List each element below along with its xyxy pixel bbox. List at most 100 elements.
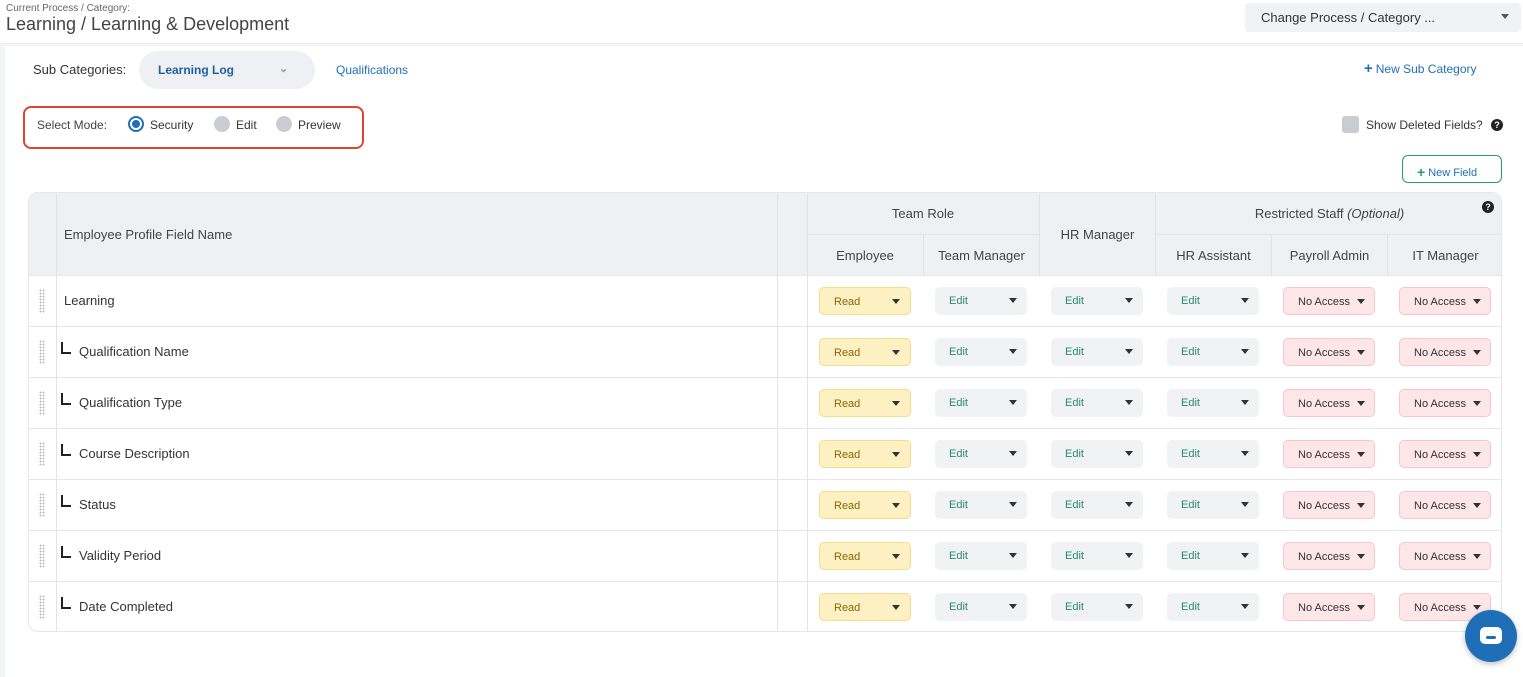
drag-handle-icon[interactable] xyxy=(39,391,45,415)
permission-value: Edit xyxy=(1065,601,1084,613)
help-icon[interactable]: ? xyxy=(1491,119,1503,131)
child-indent-icon xyxy=(61,597,71,609)
radio-preview-label[interactable]: Preview xyxy=(298,118,341,132)
permission-select-employee[interactable]: Read xyxy=(819,338,911,366)
show-deleted-label: Show Deleted Fields? xyxy=(1366,118,1483,132)
permission-select-hr-assistant[interactable]: Edit xyxy=(1167,593,1259,621)
permission-value: Edit xyxy=(949,346,968,358)
change-category-select[interactable]: Change Process / Category ... xyxy=(1245,3,1521,32)
permission-select-hr-manager[interactable]: Edit xyxy=(1051,491,1143,519)
permission-select-hr-assistant[interactable]: Edit xyxy=(1167,338,1259,366)
drag-handle-icon[interactable] xyxy=(39,544,45,568)
caret-down-icon xyxy=(892,554,900,559)
radio-edit-label[interactable]: Edit xyxy=(236,118,257,132)
restricted-staff-note: (Optional) xyxy=(1347,206,1405,221)
permission-select-it-manager[interactable]: No Access xyxy=(1399,542,1491,570)
permission-select-it-manager[interactable]: No Access xyxy=(1399,287,1491,315)
permission-select-hr-assistant[interactable]: Edit xyxy=(1167,287,1259,315)
permission-select-employee[interactable]: Read xyxy=(819,287,911,315)
field-name: Course Description xyxy=(79,446,190,461)
permission-select-team-manager[interactable]: Edit xyxy=(935,491,1027,519)
permission-value: Read xyxy=(834,551,861,563)
breadcrumb-label: Current Process / Category: xyxy=(6,3,130,14)
permission-select-employee[interactable]: Read xyxy=(819,440,911,468)
drag-handle-icon[interactable] xyxy=(39,340,45,364)
field-name-header: Employee Profile Field Name xyxy=(64,227,233,242)
permission-select-team-manager[interactable]: Edit xyxy=(935,542,1027,570)
permission-select-payroll-admin[interactable]: No Access xyxy=(1283,287,1375,315)
permission-select-payroll-admin[interactable]: No Access xyxy=(1283,491,1375,519)
caret-down-icon xyxy=(1357,554,1365,559)
radio-security[interactable] xyxy=(128,116,144,132)
permission-select-payroll-admin[interactable]: No Access xyxy=(1283,542,1375,570)
permission-select-it-manager[interactable]: No Access xyxy=(1399,491,1491,519)
permission-value: No Access xyxy=(1414,602,1466,614)
permission-select-team-manager[interactable]: Edit xyxy=(935,338,1027,366)
top-bar: Current Process / Category: Learning / L… xyxy=(0,0,1523,44)
permission-value: Edit xyxy=(1065,550,1084,562)
permission-select-team-manager[interactable]: Edit xyxy=(935,593,1027,621)
permission-value: No Access xyxy=(1414,296,1466,308)
column-header-hr-assistant: HR Assistant xyxy=(1176,248,1251,263)
permission-value: No Access xyxy=(1298,398,1350,410)
permission-select-hr-assistant[interactable]: Edit xyxy=(1167,389,1259,417)
permission-select-employee[interactable]: Read xyxy=(819,491,911,519)
subcategory-tab-qualifications[interactable]: Qualifications xyxy=(336,63,408,77)
permission-value: Read xyxy=(834,500,861,512)
permission-select-hr-manager[interactable]: Edit xyxy=(1051,389,1143,417)
caret-down-icon xyxy=(892,605,900,610)
restricted-staff-label: Restricted Staff xyxy=(1254,206,1344,221)
new-sub-category-button[interactable]: + New Sub Category xyxy=(1364,60,1476,77)
radio-edit[interactable] xyxy=(214,116,230,132)
caret-down-icon xyxy=(1357,605,1365,610)
permission-select-payroll-admin[interactable]: No Access xyxy=(1283,338,1375,366)
permission-select-hr-assistant[interactable]: Edit xyxy=(1167,491,1259,519)
caret-down-icon xyxy=(1241,553,1249,558)
permission-select-hr-assistant[interactable]: Edit xyxy=(1167,440,1259,468)
new-sub-category-label: New Sub Category xyxy=(1375,62,1477,76)
caret-down-icon xyxy=(892,401,900,406)
child-indent-icon xyxy=(61,546,71,558)
subcategory-active-label: Learning Log xyxy=(158,63,234,77)
permission-select-hr-manager[interactable]: Edit xyxy=(1051,338,1143,366)
field-name: Date Completed xyxy=(79,599,173,614)
permission-select-hr-manager[interactable]: Edit xyxy=(1051,287,1143,315)
permission-select-employee[interactable]: Read xyxy=(819,542,911,570)
caret-down-icon xyxy=(1125,604,1133,609)
permission-value: No Access xyxy=(1414,551,1466,563)
chat-button[interactable] xyxy=(1465,610,1517,662)
drag-handle-icon[interactable] xyxy=(39,595,45,619)
permission-select-payroll-admin[interactable]: No Access xyxy=(1283,440,1375,468)
radio-security-label[interactable]: Security xyxy=(150,118,193,132)
permission-select-hr-manager[interactable]: Edit xyxy=(1051,542,1143,570)
column-divider xyxy=(1387,234,1388,275)
permission-select-hr-manager[interactable]: Edit xyxy=(1051,593,1143,621)
column-header-it-manager: IT Manager xyxy=(1412,248,1479,263)
permission-select-hr-assistant[interactable]: Edit xyxy=(1167,542,1259,570)
child-indent-icon xyxy=(61,342,71,354)
permission-select-it-manager[interactable]: No Access xyxy=(1399,389,1491,417)
help-icon[interactable]: ? xyxy=(1482,201,1494,213)
permission-select-team-manager[interactable]: Edit xyxy=(935,389,1027,417)
new-field-button[interactable]: + New Field xyxy=(1402,155,1502,183)
permission-select-it-manager[interactable]: No Access xyxy=(1399,338,1491,366)
permission-select-payroll-admin[interactable]: No Access xyxy=(1283,593,1375,621)
caret-down-icon xyxy=(1009,400,1017,405)
subcategory-tab-active[interactable]: Learning Log ⌄ xyxy=(139,51,315,89)
permission-select-it-manager[interactable]: No Access xyxy=(1399,440,1491,468)
radio-preview[interactable] xyxy=(276,116,292,132)
drag-handle-icon[interactable] xyxy=(39,442,45,466)
permission-value: Edit xyxy=(949,601,968,613)
drag-handle-icon[interactable] xyxy=(39,493,45,517)
permission-value: Read xyxy=(834,296,861,308)
permission-select-employee[interactable]: Read xyxy=(819,389,911,417)
permission-select-employee[interactable]: Read xyxy=(819,593,911,621)
permission-select-payroll-admin[interactable]: No Access xyxy=(1283,389,1375,417)
subcategories-label: Sub Categories: xyxy=(33,62,127,77)
show-deleted-checkbox[interactable] xyxy=(1342,116,1359,133)
permission-select-team-manager[interactable]: Edit xyxy=(935,287,1027,315)
table-row: Qualification Name Read Edit Edit Edit No Acc… xyxy=(29,326,1501,377)
permission-select-team-manager[interactable]: Edit xyxy=(935,440,1027,468)
drag-handle-icon[interactable] xyxy=(39,289,45,313)
permission-select-hr-manager[interactable]: Edit xyxy=(1051,440,1143,468)
